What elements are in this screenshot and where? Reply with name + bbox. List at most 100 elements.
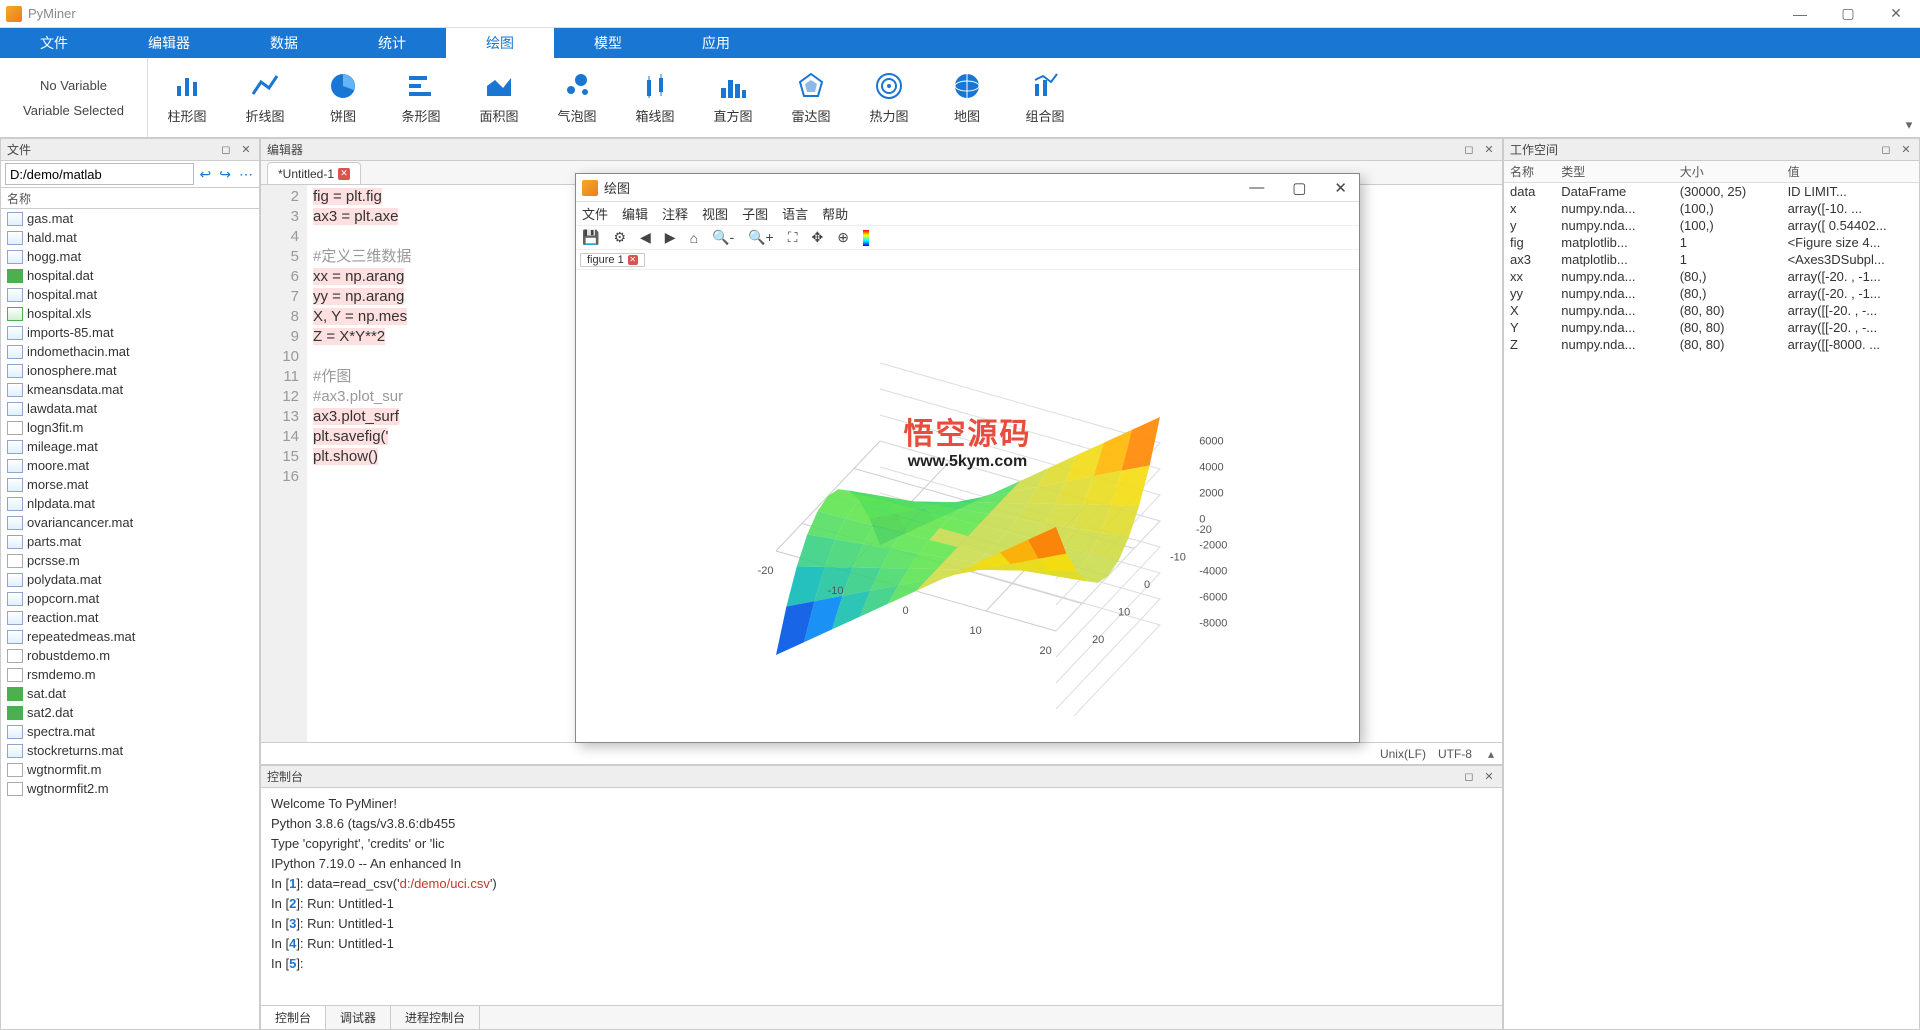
console-tab-0[interactable]: 控制台	[261, 1006, 326, 1029]
editor-close-icon[interactable]: ✕	[1482, 143, 1496, 157]
plot-maximize-button[interactable]: ▢	[1292, 179, 1306, 197]
scroll-up-icon[interactable]: ▴	[1488, 747, 1494, 761]
file-item[interactable]: repeatedmeas.mat	[1, 627, 259, 646]
close-button[interactable]: ✕	[1878, 3, 1914, 25]
back-icon[interactable]: ↩	[198, 166, 214, 183]
file-item[interactable]: gas.mat	[1, 209, 259, 228]
file-item[interactable]: morse.mat	[1, 475, 259, 494]
plot-menu-注释[interactable]: 注释	[662, 204, 688, 223]
file-item[interactable]: kmeansdata.mat	[1, 380, 259, 399]
plot-minimize-button[interactable]: —	[1249, 179, 1264, 197]
forward-icon[interactable]: ↪	[217, 166, 233, 183]
editor-tab[interactable]: *Untitled-1 ✕	[267, 162, 361, 184]
file-item[interactable]: ovariancancer.mat	[1, 513, 259, 532]
file-item[interactable]: sat.dat	[1, 684, 259, 703]
console-tab-1[interactable]: 调试器	[326, 1006, 391, 1029]
workspace-undock-icon[interactable]: ◻	[1879, 143, 1893, 157]
file-item[interactable]: hald.mat	[1, 228, 259, 247]
file-item[interactable]: robustdemo.m	[1, 646, 259, 665]
colorbar-icon[interactable]	[863, 230, 869, 246]
file-item[interactable]: imports-85.mat	[1, 323, 259, 342]
workspace-row[interactable]: figmatplotlib...1<Figure size 4...	[1504, 234, 1919, 251]
file-item[interactable]: lawdata.mat	[1, 399, 259, 418]
chart-tool-2[interactable]: 饼图	[304, 58, 382, 137]
save-icon[interactable]: 💾	[582, 229, 599, 246]
plot-menu-语言[interactable]: 语言	[782, 204, 808, 223]
plot-canvas[interactable]: -20-1001020-20-1001020-8000-6000-4000-20…	[576, 270, 1359, 742]
file-item[interactable]: polydata.mat	[1, 570, 259, 589]
crosshair-icon[interactable]: ⊕	[837, 229, 849, 246]
plot-menu-文件[interactable]: 文件	[582, 204, 608, 223]
plot-window[interactable]: 绘图 — ▢ ✕ 文件编辑注释视图子图语言帮助 💾 ⚙ ◀ ▶ ⌂ 🔍- 🔍+ …	[575, 173, 1360, 743]
chart-tool-9[interactable]: 热力图	[850, 58, 928, 137]
menu-统计[interactable]: 统计	[338, 28, 446, 58]
file-item[interactable]: ionosphere.mat	[1, 361, 259, 380]
console-tab-2[interactable]: 进程控制台	[391, 1006, 480, 1029]
zoom-in-icon[interactable]: 🔍+	[748, 229, 774, 246]
ribbon-collapse[interactable]: ▾	[1898, 58, 1920, 137]
chart-tool-10[interactable]: 地图	[928, 58, 1006, 137]
menu-文件[interactable]: 文件	[0, 28, 108, 58]
workspace-row[interactable]: dataDataFrame(30000, 25) ID LIMIT...	[1504, 183, 1919, 201]
file-item[interactable]: hospital.mat	[1, 285, 259, 304]
file-item[interactable]: sat2.dat	[1, 703, 259, 722]
chart-tool-11[interactable]: 组合图	[1006, 58, 1084, 137]
console-body[interactable]: Welcome To PyMiner!Python 3.8.6 (tags/v3…	[261, 788, 1502, 1005]
up-icon[interactable]: ⋯	[237, 166, 255, 183]
chart-tool-5[interactable]: 气泡图	[538, 58, 616, 137]
move-icon[interactable]: ✥	[812, 229, 824, 246]
file-item[interactable]: moore.mat	[1, 456, 259, 475]
file-item[interactable]: nlpdata.mat	[1, 494, 259, 513]
figure-tab[interactable]: figure 1 ✕	[580, 253, 645, 267]
file-item[interactable]: hospital.xls	[1, 304, 259, 323]
pan-right-icon[interactable]: ▶	[665, 229, 676, 246]
workspace-table[interactable]: 名称类型大小值dataDataFrame(30000, 25) ID LIMIT…	[1504, 161, 1919, 1029]
workspace-row[interactable]: Xnumpy.nda...(80, 80)array([[-20. , -...	[1504, 302, 1919, 319]
file-item[interactable]: indomethacin.mat	[1, 342, 259, 361]
workspace-row[interactable]: ynumpy.nda...(100,)array([ 0.54402...	[1504, 217, 1919, 234]
file-item[interactable]: wgtnormfit2.m	[1, 779, 259, 798]
editor-tab-close-icon[interactable]: ✕	[338, 168, 350, 180]
pan-left-icon[interactable]: ◀	[640, 229, 651, 246]
chart-tool-0[interactable]: 柱形图	[148, 58, 226, 137]
chart-tool-7[interactable]: 直方图	[694, 58, 772, 137]
undock-icon[interactable]: ◻	[219, 143, 233, 157]
home-icon[interactable]: ⌂	[690, 230, 698, 246]
plot-menu-帮助[interactable]: 帮助	[822, 204, 848, 223]
menu-编辑器[interactable]: 编辑器	[108, 28, 230, 58]
workspace-row[interactable]: ax3matplotlib...1<Axes3DSubpl...	[1504, 251, 1919, 268]
plot-menu-子图[interactable]: 子图	[742, 204, 768, 223]
file-item[interactable]: hospital.dat	[1, 266, 259, 285]
plot-menu-视图[interactable]: 视图	[702, 204, 728, 223]
plot-menu-编辑[interactable]: 编辑	[622, 204, 648, 223]
chart-tool-6[interactable]: 箱线图	[616, 58, 694, 137]
file-item[interactable]: wgtnormfit.m	[1, 760, 259, 779]
settings-icon[interactable]: ⚙	[613, 229, 626, 246]
workspace-row[interactable]: Znumpy.nda...(80, 80)array([[-8000. ...	[1504, 336, 1919, 353]
zoom-out-icon[interactable]: 🔍-	[712, 229, 734, 246]
workspace-row[interactable]: xxnumpy.nda...(80,)array([-20. , -1...	[1504, 268, 1919, 285]
console-close-icon[interactable]: ✕	[1482, 770, 1496, 784]
file-item[interactable]: popcorn.mat	[1, 589, 259, 608]
status-eol[interactable]: Unix(LF)	[1380, 747, 1426, 761]
workspace-row[interactable]: yynumpy.nda...(80,)array([-20. , -1...	[1504, 285, 1919, 302]
file-item[interactable]: pcrsse.m	[1, 551, 259, 570]
menu-模型[interactable]: 模型	[554, 28, 662, 58]
variable-selector[interactable]: No Variable Variable Selected	[0, 58, 148, 137]
file-item[interactable]: mileage.mat	[1, 437, 259, 456]
maximize-button[interactable]: ▢	[1830, 3, 1866, 25]
plot-close-button[interactable]: ✕	[1334, 179, 1347, 197]
minimize-button[interactable]: —	[1782, 3, 1818, 25]
file-item[interactable]: rsmdemo.m	[1, 665, 259, 684]
console-undock-icon[interactable]: ◻	[1462, 770, 1476, 784]
file-item[interactable]: stockreturns.mat	[1, 741, 259, 760]
chart-tool-3[interactable]: 条形图	[382, 58, 460, 137]
menu-应用[interactable]: 应用	[662, 28, 770, 58]
zoom-rect-icon[interactable]: ⛶	[788, 229, 798, 246]
panel-close-icon[interactable]: ✕	[239, 143, 253, 157]
chart-tool-8[interactable]: 雷达图	[772, 58, 850, 137]
workspace-close-icon[interactable]: ✕	[1899, 143, 1913, 157]
file-item[interactable]: reaction.mat	[1, 608, 259, 627]
chart-tool-4[interactable]: 面积图	[460, 58, 538, 137]
path-input[interactable]	[5, 163, 194, 185]
